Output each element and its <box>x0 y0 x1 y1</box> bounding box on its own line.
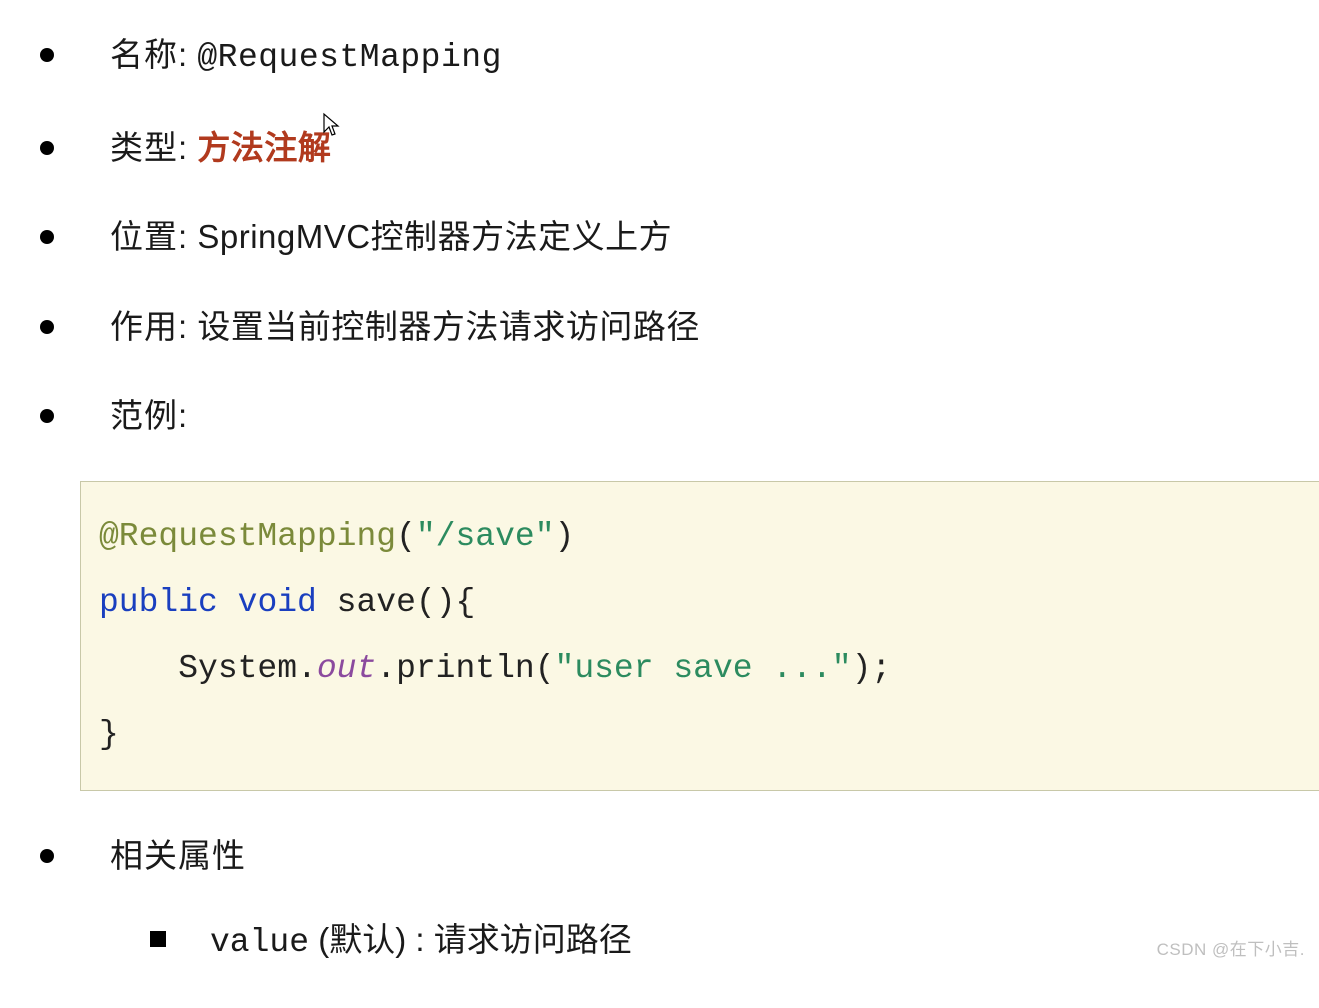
code-semi: ; <box>871 650 891 687</box>
code-brace-open: { <box>456 584 476 621</box>
item-example: 范例: <box>40 391 1319 441</box>
item-type: 类型: 方法注解 <box>40 123 1319 173</box>
code-kw-void: void <box>238 584 317 621</box>
item-related: 相关属性 value (默认) : 请求访问路径 <box>40 831 1319 968</box>
code-string-msg: "user save ..." <box>555 650 852 687</box>
label-type: 类型: <box>110 129 188 166</box>
code-kw-public: public <box>99 584 218 621</box>
sub-value-mono: value <box>210 924 309 961</box>
code-annotation: @RequestMapping <box>99 518 396 555</box>
code-paren-open: ( <box>396 518 416 555</box>
sub-item-value: value (默认) : 请求访问路径 <box>150 915 1319 968</box>
value-type: 方法注解 <box>197 129 331 166</box>
code-println: println <box>396 650 535 687</box>
label-name: 名称: <box>110 36 188 73</box>
item-location: 位置: SpringMVC控制器方法定义上方 <box>40 212 1319 262</box>
code-paren-close: ) <box>555 518 575 555</box>
label-location: 位置: <box>110 218 188 255</box>
code-system: System. <box>178 650 317 687</box>
value-name: @RequestMapping <box>197 39 502 76</box>
sub-list: value (默认) : 请求访问路径 <box>110 915 1319 968</box>
label-related: 相关属性 <box>110 837 246 874</box>
code-method-name: save <box>337 584 416 621</box>
code-out: out <box>317 650 376 687</box>
item-purpose: 作用: 设置当前控制器方法请求访问路径 <box>40 302 1319 352</box>
value-purpose: 设置当前控制器方法请求访问路径 <box>197 308 700 345</box>
code-string-path: "/save" <box>416 518 555 555</box>
code-popen: ( <box>535 650 555 687</box>
watermark: CSDN @在下小吉. <box>1157 935 1305 960</box>
bullet-list: 名称: @RequestMapping 类型: 方法注解 位置: SpringM… <box>0 30 1319 441</box>
code-method-parens: () <box>416 584 456 621</box>
label-purpose: 作用: <box>110 308 188 345</box>
value-location: SpringMVC控制器方法定义上方 <box>197 218 672 255</box>
label-example: 范例: <box>110 397 188 434</box>
code-brace-close: } <box>99 716 119 753</box>
code-dot: . <box>376 650 396 687</box>
item-name: 名称: @RequestMapping <box>40 30 1319 83</box>
code-pclose: ) <box>852 650 872 687</box>
bullet-list-2: 相关属性 value (默认) : 请求访问路径 <box>0 831 1319 968</box>
code-indent <box>99 650 178 687</box>
sub-value-desc: 请求访问路径 <box>434 921 632 958</box>
code-block: @RequestMapping("/save") public void sav… <box>80 481 1319 791</box>
sub-value-default: (默认) : <box>309 921 434 958</box>
